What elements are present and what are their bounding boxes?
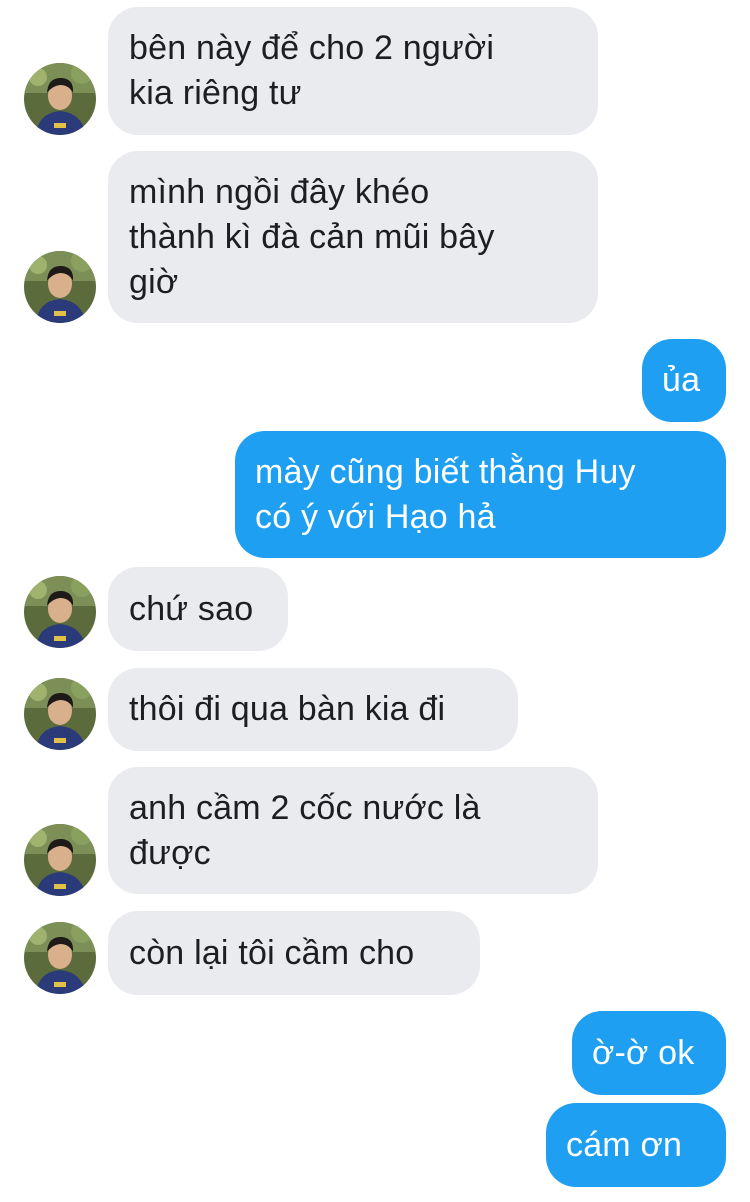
contact-avatar[interactable] xyxy=(24,63,96,135)
contact-avatar[interactable] xyxy=(24,922,96,994)
message-bubble-incoming[interactable]: anh cầm 2 cốc nước là được xyxy=(108,767,598,894)
message-text: chứ sao xyxy=(129,589,254,628)
message-bubble-outgoing[interactable]: mày cũng biết thằng Huy có ý với Hạo hả xyxy=(235,431,726,558)
message-text: bên này để cho 2 người kia riêng tư xyxy=(129,29,495,112)
message-text: ủa xyxy=(662,361,701,399)
message-bubble-outgoing[interactable]: ờ-ờ ok xyxy=(572,1011,726,1095)
message-bubble-incoming[interactable]: mình ngồi đây khéo thành kì đà cản mũi b… xyxy=(108,151,598,323)
message-text: mày cũng biết thằng Huy có ý với Hạo hả xyxy=(255,452,636,536)
message-text: còn lại tôi cầm cho xyxy=(129,933,415,972)
avatar-photo xyxy=(24,678,96,750)
message-bubble-incoming[interactable]: bên này để cho 2 người kia riêng tư xyxy=(108,7,598,135)
message-bubble-outgoing[interactable]: ủa xyxy=(642,339,726,422)
message-bubble-incoming[interactable]: chứ sao xyxy=(108,567,288,651)
message-bubble-outgoing[interactable]: cám ơn xyxy=(546,1103,726,1187)
message-thread: bên này để cho 2 người kia riêng tư mình… xyxy=(0,0,750,1202)
avatar-photo xyxy=(24,922,96,994)
avatar-photo xyxy=(24,824,96,896)
message-text: ờ-ờ ok xyxy=(592,1033,695,1072)
message-text: anh cầm 2 cốc nước là được xyxy=(129,788,481,872)
avatar-photo xyxy=(24,63,96,135)
contact-avatar[interactable] xyxy=(24,824,96,896)
message-text: thôi đi qua bàn kia đi xyxy=(129,690,446,728)
contact-avatar[interactable] xyxy=(24,576,96,648)
message-bubble-incoming[interactable]: còn lại tôi cầm cho xyxy=(108,911,480,995)
message-text: cám ơn xyxy=(566,1125,683,1164)
message-text: mình ngồi đây khéo thành kì đà cản mũi b… xyxy=(129,172,495,301)
avatar-photo xyxy=(24,576,96,648)
avatar-photo xyxy=(24,251,96,323)
message-bubble-incoming[interactable]: thôi đi qua bàn kia đi xyxy=(108,668,518,751)
contact-avatar[interactable] xyxy=(24,251,96,323)
contact-avatar[interactable] xyxy=(24,678,96,750)
